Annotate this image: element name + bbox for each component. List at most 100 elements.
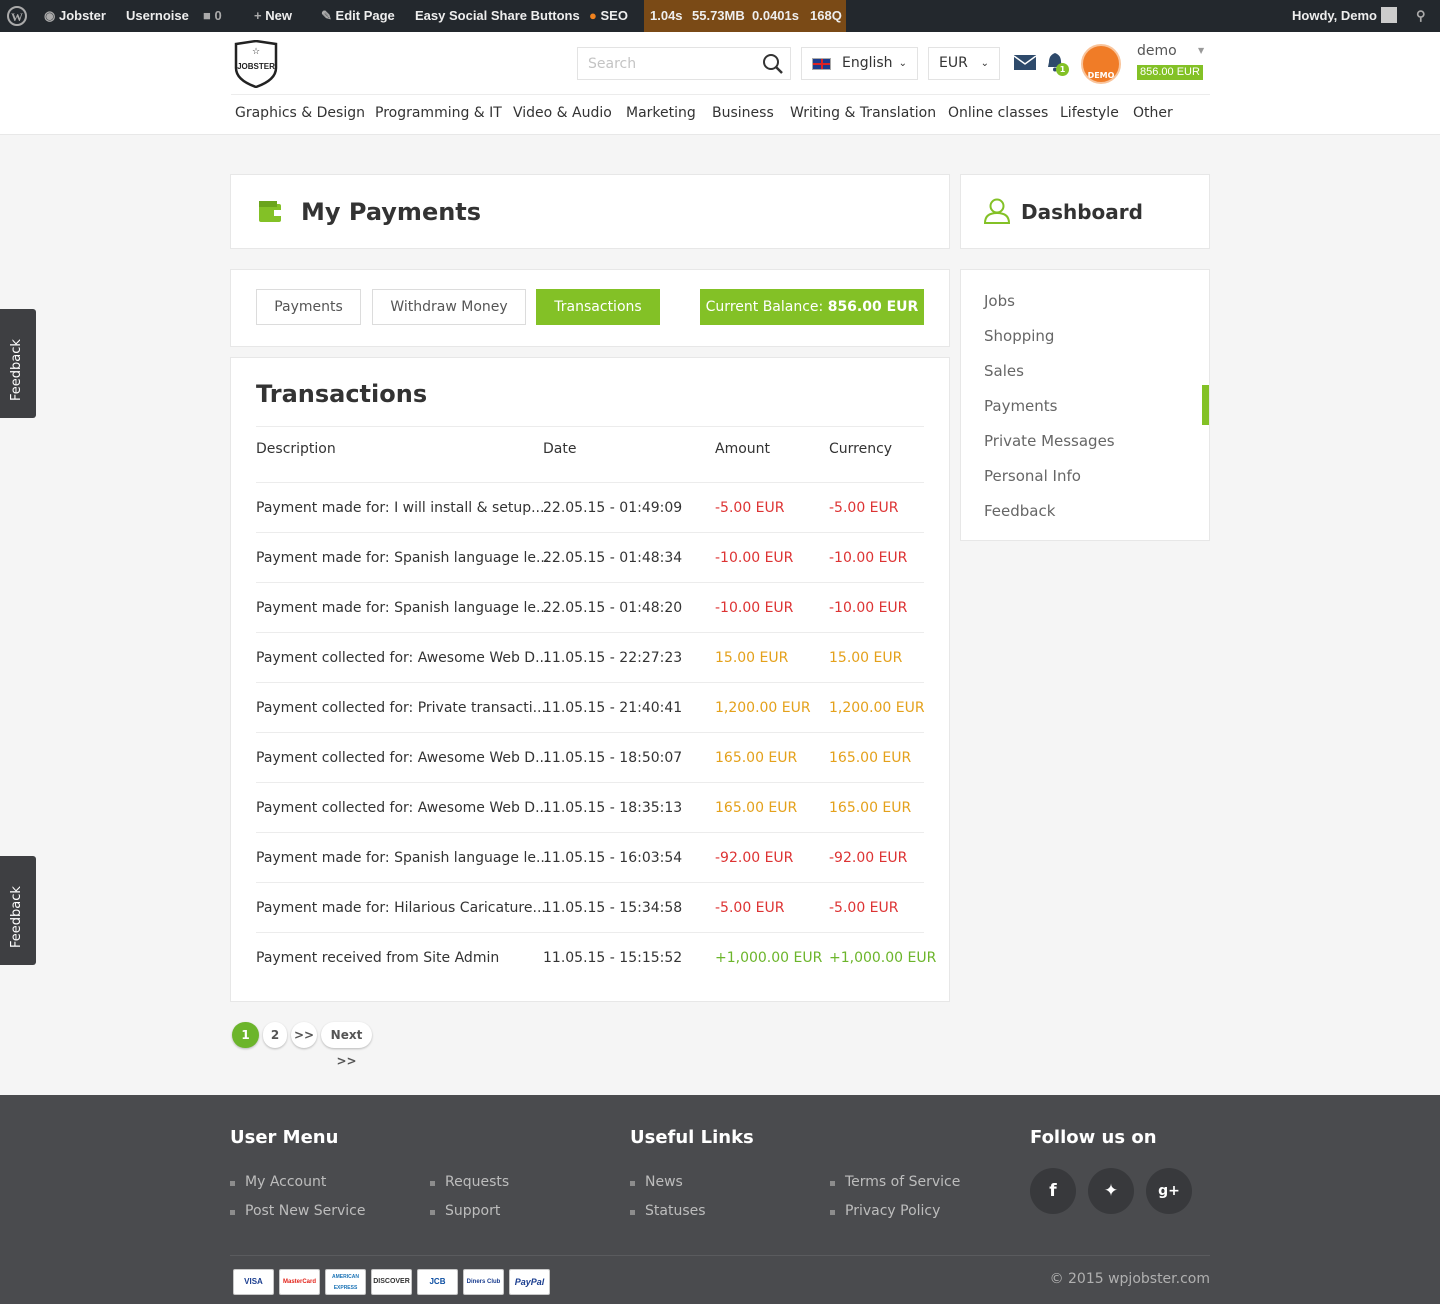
nav-video-audio[interactable]: Video & Audio xyxy=(513,105,612,121)
table-row: Payment collected for: Awesome Web D... 1… xyxy=(256,733,924,783)
feedback-tab[interactable]: Feedback xyxy=(0,856,36,965)
footer-link-news[interactable]: News xyxy=(630,1174,683,1190)
transactions-title: Transactions xyxy=(256,380,428,408)
table-row: Payment made for: I will install & setup… xyxy=(256,483,924,533)
balance-label: Current Balance: xyxy=(705,299,824,315)
footer-link-support[interactable]: Support xyxy=(430,1203,500,1219)
footer-link-statuses[interactable]: Statuses xyxy=(630,1203,706,1219)
seo-label: SEO xyxy=(600,8,628,23)
messages-icon[interactable] xyxy=(1014,55,1036,71)
transaction-description: Payment collected for: Awesome Web D... xyxy=(256,800,549,816)
page-1-button[interactable]: 1 xyxy=(232,1022,259,1048)
next-page-button[interactable]: Next >> xyxy=(321,1022,372,1068)
transaction-date: 11.05.15 - 15:34:58 xyxy=(543,900,683,916)
footer-link-privacy[interactable]: Privacy Policy xyxy=(830,1203,940,1219)
sidebar-item-sales[interactable]: Sales xyxy=(984,362,1024,380)
howdy-user[interactable]: Howdy, Demo xyxy=(1292,0,1397,32)
sidebar-item-private-messages[interactable]: Private Messages xyxy=(984,432,1115,450)
transaction-currency: -92.00 EUR xyxy=(829,850,908,866)
transaction-date: 11.05.15 - 21:40:41 xyxy=(543,700,683,716)
balance-value: 856.00 EUR xyxy=(827,299,919,315)
perf-time: 1.04s xyxy=(650,8,683,23)
nav-other[interactable]: Other xyxy=(1133,105,1173,121)
transaction-date: 22.05.15 - 01:48:34 xyxy=(543,550,683,566)
diners-card-icon: Diners Club xyxy=(463,1269,504,1295)
sidebar-item-feedback[interactable]: Feedback xyxy=(984,502,1055,520)
tab-transactions[interactable]: Transactions xyxy=(536,289,660,325)
transaction-description: Payment collected for: Private transacti… xyxy=(256,700,546,716)
footer-link-my-account[interactable]: My Account xyxy=(230,1174,326,1190)
wordpress-icon[interactable]: W xyxy=(7,0,27,32)
comment-icon: ■ xyxy=(203,8,211,23)
currency-select[interactable]: EUR ⌄ xyxy=(928,47,1000,80)
transaction-currency: -10.00 EUR xyxy=(829,550,908,566)
tab-withdraw-money[interactable]: Withdraw Money xyxy=(372,289,526,325)
feedback-label: Feedback xyxy=(9,886,24,948)
copyright: © 2015 wpjobster.com xyxy=(1049,1271,1210,1287)
active-indicator xyxy=(1202,385,1209,425)
transaction-amount: -92.00 EUR xyxy=(715,850,794,866)
username[interactable]: demo xyxy=(1137,43,1177,59)
feedback-label: Feedback xyxy=(9,339,24,401)
more-pages-button[interactable]: >> xyxy=(291,1022,317,1048)
footer-follow-title: Follow us on xyxy=(1030,1127,1157,1148)
tab-payments[interactable]: Payments xyxy=(256,289,361,325)
nav-marketing[interactable]: Marketing xyxy=(626,105,696,121)
page-2-button[interactable]: 2 xyxy=(263,1022,287,1048)
facebook-icon[interactable]: f xyxy=(1030,1168,1076,1214)
social-link[interactable]: Easy Social Share Buttons xyxy=(415,0,580,32)
uk-flag-icon xyxy=(812,58,831,70)
transaction-description: Payment made for: Hilarious Caricature..… xyxy=(256,900,546,916)
nav-business[interactable]: Business xyxy=(712,105,774,121)
site-footer: User Menu My Account Post New Service Re… xyxy=(0,1095,1440,1304)
footer-link-requests[interactable]: Requests xyxy=(430,1174,509,1190)
dashboard-icon: ◉ xyxy=(44,8,56,23)
site-logo[interactable]: ☆ JOBSTER xyxy=(231,39,281,89)
seo-link[interactable]: ● SEO xyxy=(589,0,628,32)
language-select[interactable]: English ⌄ xyxy=(801,47,918,80)
search-box[interactable]: Search xyxy=(577,47,791,80)
footer-useful-links-title: Useful Links xyxy=(630,1127,754,1148)
sidebar-item-shopping[interactable]: Shopping xyxy=(984,327,1054,345)
language-label: English xyxy=(842,55,893,71)
footer-link-terms[interactable]: Terms of Service xyxy=(830,1174,960,1190)
transaction-currency: 165.00 EUR xyxy=(829,800,912,816)
transaction-amount: -10.00 EUR xyxy=(715,550,794,566)
sidebar-item-payments[interactable]: Payments xyxy=(984,397,1057,415)
mastercard-icon: MasterCard xyxy=(279,1269,320,1295)
notifications-bell[interactable]: 1 xyxy=(1046,52,1070,76)
table-row: Payment collected for: Awesome Web D... 1… xyxy=(256,783,924,833)
seo-status-icon: ● xyxy=(589,8,597,23)
search-icon[interactable] xyxy=(762,53,784,75)
new-link[interactable]: + New xyxy=(254,0,292,32)
column-header-amount: Amount xyxy=(715,441,771,457)
admin-bar: W ◉ Jobster Usernoise ■ 0 + New ✎ Edit P… xyxy=(0,0,1440,32)
sidebar-item-jobs[interactable]: Jobs xyxy=(984,292,1015,310)
table-row: Payment made for: Hilarious Caricature..… xyxy=(256,883,924,933)
nav-writing-translation[interactable]: Writing & Translation xyxy=(790,105,936,121)
query-monitor[interactable]: 1.04s 55.73MB 0.0401s 168Q xyxy=(644,0,846,32)
google-plus-icon[interactable]: g+ xyxy=(1146,1168,1192,1214)
caret-down-icon[interactable]: ▼ xyxy=(1198,46,1204,55)
comments-link[interactable]: ■ 0 xyxy=(203,0,222,32)
feedback-tab[interactable]: Feedback xyxy=(0,309,36,418)
nav-programming-it[interactable]: Programming & IT xyxy=(375,105,502,121)
nav-online-classes[interactable]: Online classes xyxy=(948,105,1048,121)
edit-page-link[interactable]: ✎ Edit Page xyxy=(321,0,395,32)
site-header: ☆ JOBSTER Search English ⌄ EUR ⌄ 1 DEMO … xyxy=(0,32,1440,135)
search-icon[interactable]: ⚲ xyxy=(1416,0,1426,32)
nav-graphics-design[interactable]: Graphics & Design xyxy=(235,105,365,121)
transaction-amount: -10.00 EUR xyxy=(715,600,794,616)
footer-link-post-new-service[interactable]: Post New Service xyxy=(230,1203,365,1219)
usernoise-link[interactable]: Usernoise xyxy=(126,0,189,32)
transaction-amount: -5.00 EUR xyxy=(715,500,785,516)
site-menu[interactable]: ◉ Jobster xyxy=(44,0,106,32)
sidebar-item-personal-info[interactable]: Personal Info xyxy=(984,467,1081,485)
nav-lifestyle[interactable]: Lifestyle xyxy=(1060,105,1119,121)
twitter-icon[interactable]: ✦ xyxy=(1088,1168,1134,1214)
table-row: Payment made for: Spanish language le...… xyxy=(256,533,924,583)
column-header-currency: Currency xyxy=(829,441,893,457)
dashboard-title: Dashboard xyxy=(1021,200,1143,224)
avatar[interactable]: DEMO xyxy=(1081,44,1121,84)
transaction-amount: 15.00 EUR xyxy=(715,650,789,666)
